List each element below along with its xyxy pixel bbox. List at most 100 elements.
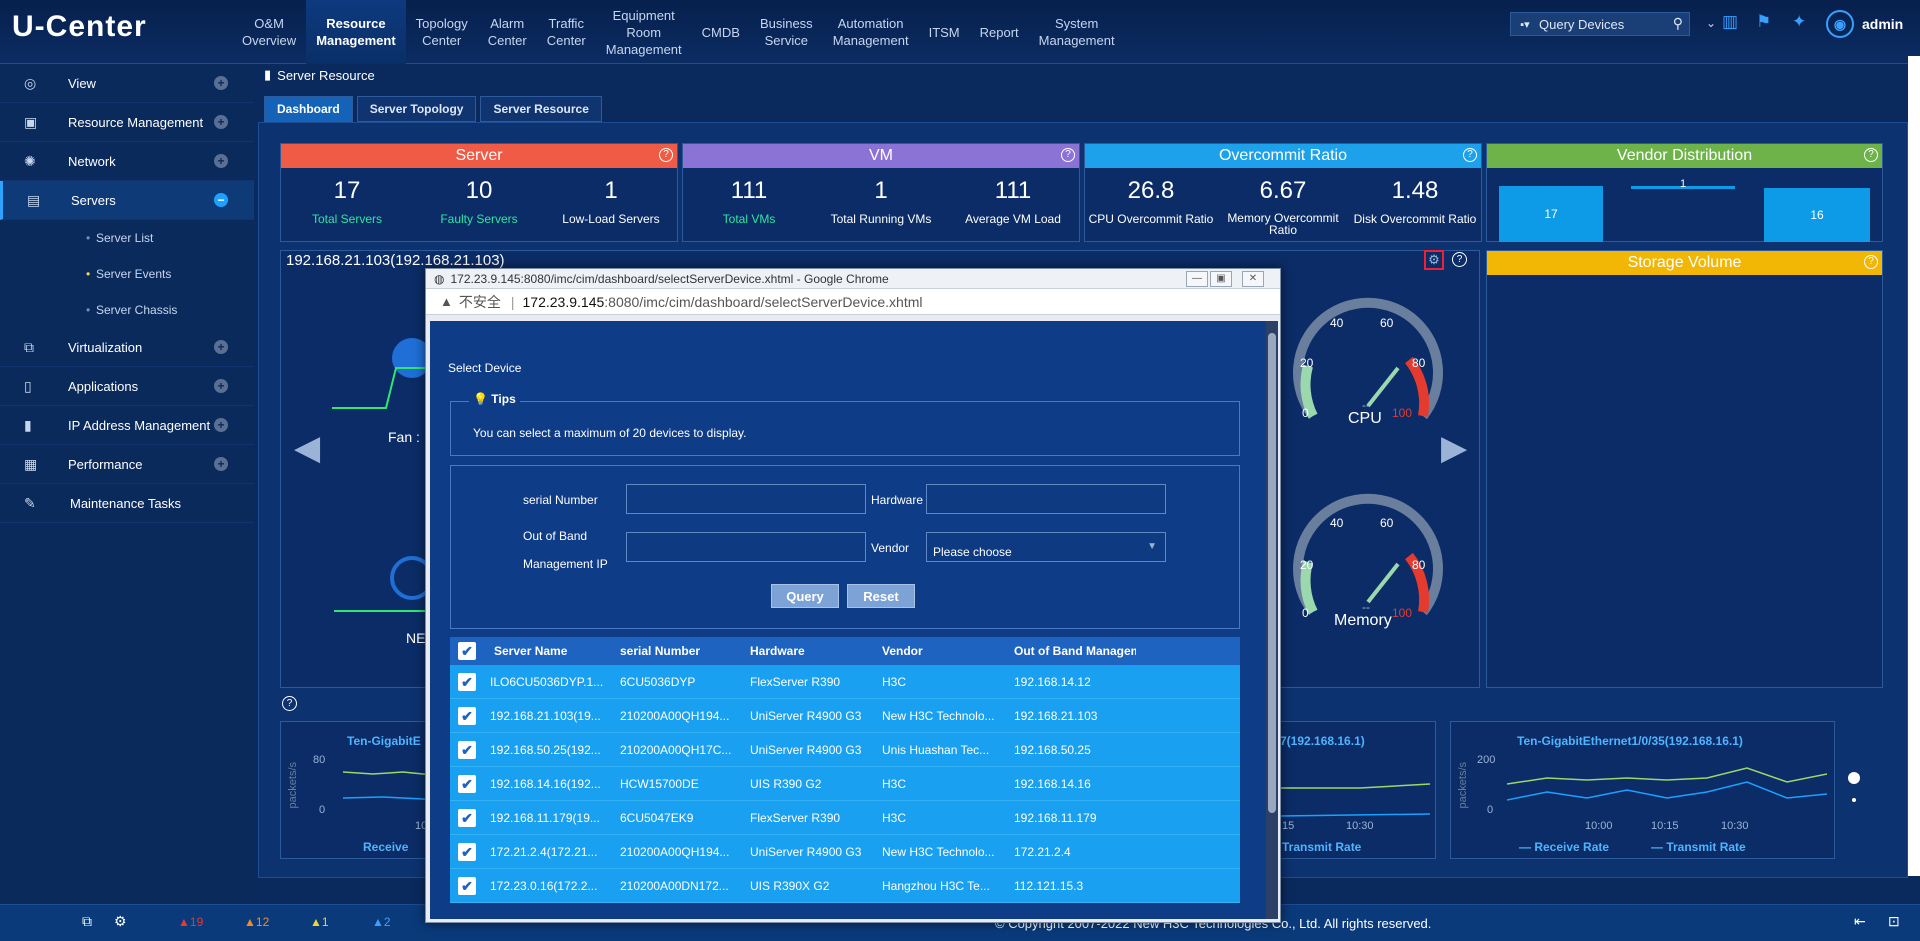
column-header[interactable]: Vendor [882,644,1014,658]
nav-topology-center[interactable]: Topology Center [406,0,478,64]
sidebar-item-virtualization[interactable]: ⧉ Virtualization + [0,328,254,367]
nav-system-management[interactable]: System Management [1029,0,1125,64]
query-button[interactable]: Query [771,584,839,608]
table-row[interactable]: ✔ 192.168.21.103(19... 210200A00QH194... Un… [450,699,1240,733]
stat-label[interactable]: Faulty Servers [414,212,545,226]
column-header[interactable]: Hardware [750,644,882,658]
nav-equipment-room[interactable]: Equipment Room Management [596,0,692,64]
expand-icon[interactable]: + [214,340,228,354]
nav-report[interactable]: Report [970,0,1029,64]
stat-label[interactable]: Total VMs [684,212,815,226]
windows-icon[interactable]: ⧉ [82,913,92,930]
sidebar-item-applications[interactable]: ▯ Applications + [0,367,254,406]
nav-traffic-center[interactable]: Traffic Center [537,0,596,64]
sidebar-item-ip-address-management[interactable]: ▮ IP Address Management + [0,406,254,445]
fullscreen-icon[interactable]: ⊡ [1888,913,1900,930]
row-checkbox[interactable]: ✔ [458,706,476,725]
column-header[interactable]: Server Name [490,644,620,658]
tab-dashboard[interactable]: Dashboard [264,96,353,122]
column-header[interactable]: serial Number [620,644,750,658]
popup-scrollbar[interactable] [1266,321,1278,919]
bookmark-icon[interactable]: ⚑ [1756,12,1771,32]
nav-alarm-center[interactable]: Alarm Center [478,0,537,64]
sidebar-item-resource-management[interactable]: ▣ Resource Management + [0,103,254,142]
close-icon[interactable]: ✕ [1242,271,1264,287]
row-checkbox[interactable]: ✔ [458,842,476,861]
expand-icon[interactable]: + [214,154,228,168]
nav-resource-management[interactable]: Resource Management [306,0,406,64]
sidebar-item-maintenance-tasks[interactable]: ✎ Maintenance Tasks [0,484,254,523]
serial-number-input[interactable] [626,484,866,514]
warning-alarm-count[interactable]: ▲2 [372,915,391,929]
expand-icon[interactable]: + [214,418,228,432]
legend-receive[interactable]: Receive [363,840,408,854]
query-devices-search[interactable]: ▪▾ Query Devices ⚲ [1510,12,1690,36]
nav-automation[interactable]: Automation Management [823,0,919,64]
scrollbar-thumb[interactable] [1268,333,1276,813]
major-alarm-count[interactable]: ▲12 [244,915,269,929]
previous-arrow-icon[interactable]: ◀ [294,428,320,468]
maximize-icon[interactable]: ▣ [1210,271,1232,287]
help-icon[interactable]: ? [1864,255,1878,269]
row-checkbox[interactable]: ✔ [458,774,476,793]
select-all-checkbox[interactable]: ✔ [458,642,476,660]
carousel-dot-active[interactable] [1848,772,1860,784]
reset-button[interactable]: Reset [847,584,915,608]
help-icon[interactable]: ? [1452,252,1467,267]
help-icon[interactable]: ? [1061,148,1075,162]
help-icon[interactable]: ? [282,696,297,711]
expand-icon[interactable]: + [214,379,228,393]
page-scrollbar[interactable] [1908,56,1920,876]
legend-transmit[interactable]: Transmit Rate [1282,840,1361,854]
table-row[interactable]: ✔ 172.21.2.4(172.21... 210200A00QH194... Un… [450,835,1240,869]
critical-alarm-count[interactable]: ▲19 [178,915,203,929]
nav-business-service[interactable]: Business Service [750,0,823,64]
settings-icon[interactable]: ⚙ [1424,250,1444,270]
table-row[interactable]: ✔ 192.168.14.16(192... HCW15700DE UIS R390 … [450,767,1240,801]
oob-ip-input[interactable] [626,532,866,562]
sidebar-item-performance[interactable]: ▦ Performance + [0,445,254,484]
sidebar-item-view[interactable]: ◎ View + [0,64,254,103]
table-row[interactable]: ✔ 192.168.50.25(192... 210200A00QH17C... Un… [450,733,1240,767]
table-row[interactable]: ✔ 172.23.0.16(172.2... 210200A00DN172... UI… [450,869,1240,903]
row-checkbox[interactable]: ✔ [458,808,476,827]
minimize-icon[interactable]: — [1186,271,1208,287]
sidebar-sub-server-chassis[interactable]: Server Chassis [0,292,254,328]
vendor-bar[interactable]: 17 [1499,186,1603,242]
sidebar-sub-server-list[interactable]: Server List [0,220,254,256]
table-row[interactable]: ✔ 192.168.11.179(19... 6CU5047EK9 FlexServe… [450,801,1240,835]
help-icon[interactable]: ? [1864,148,1878,162]
row-checkbox[interactable]: ✔ [458,740,476,759]
settings-icon[interactable]: ⚙ [114,913,127,930]
row-checkbox[interactable]: ✔ [458,876,476,895]
help-icon[interactable]: ? [1463,148,1477,162]
minor-alarm-count[interactable]: ▲1 [310,915,329,929]
stat-label[interactable]: Total Servers [282,212,413,226]
chevron-down-icon[interactable]: ⌄ [1706,16,1716,30]
legend-receive-rate[interactable]: — Receive Rate [1519,840,1609,854]
vendor-select[interactable]: Please choose ▼ [926,532,1166,562]
help-icon[interactable]: ? [659,148,673,162]
column-header[interactable]: Out of Band Managem [1014,644,1136,658]
sidebar-item-servers[interactable]: ▤ Servers − [0,181,254,220]
address-bar[interactable]: ▲ 不安全 | 172.23.9.145:8080/imc/cim/dashbo… [426,289,1280,315]
expand-icon[interactable]: + [214,76,228,90]
expand-icon[interactable]: + [214,115,228,129]
nav-itsm[interactable]: ITSM [919,0,970,64]
table-row[interactable]: ✔ ILO6CU5036DYP.1... 6CU5036DYP FlexServer … [450,665,1240,699]
tab-server-resource[interactable]: Server Resource [480,96,602,122]
hardware-input[interactable] [926,484,1166,514]
wand-icon[interactable]: ✦ [1792,12,1806,32]
legend-transmit-rate[interactable]: — Transmit Rate [1651,840,1746,854]
tab-server-topology[interactable]: Server Topology [356,96,477,122]
exit-icon[interactable]: ⇤ [1854,913,1866,930]
collapse-icon[interactable]: − [214,193,228,207]
user-menu[interactable]: ◉ admin [1826,10,1903,38]
expand-icon[interactable]: + [214,457,228,471]
nav-om-overview[interactable]: O&M Overview [232,0,306,64]
sidebar-item-network[interactable]: ✺ Network + [0,142,254,181]
vendor-bar[interactable]: 16 [1764,188,1870,242]
row-checkbox[interactable]: ✔ [458,672,476,691]
search-icon[interactable]: ⚲ [1673,15,1683,32]
carousel-dot[interactable] [1852,798,1856,802]
